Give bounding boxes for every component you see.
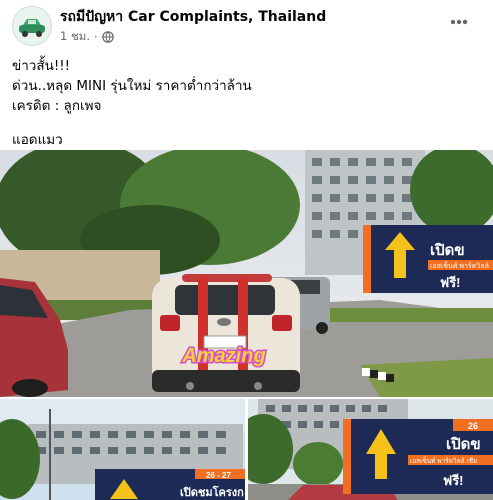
post-time[interactable]: 1 ชม. <box>60 28 90 46</box>
post-text-line-3: เครดิต : ลูกเพจ <box>12 98 102 114</box>
page-name[interactable]: รถมีปัญหา Car Complaints, Thailand <box>60 6 326 28</box>
post-text: ข่าวสั้น!!! ด่วน..หลุด MINI รุ่นใหม่ ราค… <box>12 56 482 150</box>
post-header: รถมีปัญหา Car Complaints, Thailand 1 ชม.… <box>0 0 493 50</box>
more-options-icon[interactable] <box>447 10 471 34</box>
post-text-line-2: ด่วน..หลุด MINI รุ่นใหม่ ราคาต่ำกว่าล้าน <box>12 78 252 94</box>
billboard-free: ฟรี! <box>443 473 464 488</box>
post-photo-main[interactable]: Amazing เปิดข เอสเซ็นท์ พาร์ควิลล์ ฟรี! <box>0 150 493 397</box>
meta-separator: · <box>94 30 98 44</box>
billboard-dates: 26 <box>468 421 478 431</box>
post-meta: 1 ชม. · <box>60 28 114 46</box>
globe-icon[interactable] <box>101 31 114 43</box>
billboard-free: ฟรี! <box>440 275 461 290</box>
car-logo-icon <box>13 7 51 45</box>
billboard-headline: เปิดข <box>446 435 481 453</box>
billboard-dates: 26 - 27 <box>206 471 231 480</box>
page-avatar[interactable] <box>12 6 52 46</box>
amazing-sticker: Amazing <box>181 345 265 367</box>
post-photo-bottom-left[interactable]: 26 - 27 เปิดชมโครงก <box>0 399 245 500</box>
mini-car <box>152 274 300 392</box>
post-text-line-4: แอดแมว <box>12 132 63 148</box>
billboard-headline: เปิดชมโครงก <box>180 485 244 499</box>
billboard-bottom-right: 26 เปิดข เอสเซ็นท์ พาร์ควิลล์ เชีย ฟรี! <box>343 419 493 494</box>
billboard: เปิดข เอสเซ็นท์ พาร์ควิลล์ ฟรี! <box>363 225 493 293</box>
billboard-bottom-left: 26 - 27 เปิดชมโครงก <box>95 469 245 500</box>
post-text-line-1: ข่าวสั้น!!! <box>12 58 71 74</box>
post-photo-bottom-right[interactable]: 26 เปิดข เอสเซ็นท์ พาร์ควิลล์ เชีย ฟรี! <box>248 399 493 500</box>
billboard-sub: เอสเซ็นท์ พาร์ควิลล์ เชีย <box>410 456 477 465</box>
billboard-headline: เปิดข <box>430 241 465 259</box>
billboard-sub: เอสเซ็นท์ พาร์ควิลล์ <box>430 261 489 270</box>
